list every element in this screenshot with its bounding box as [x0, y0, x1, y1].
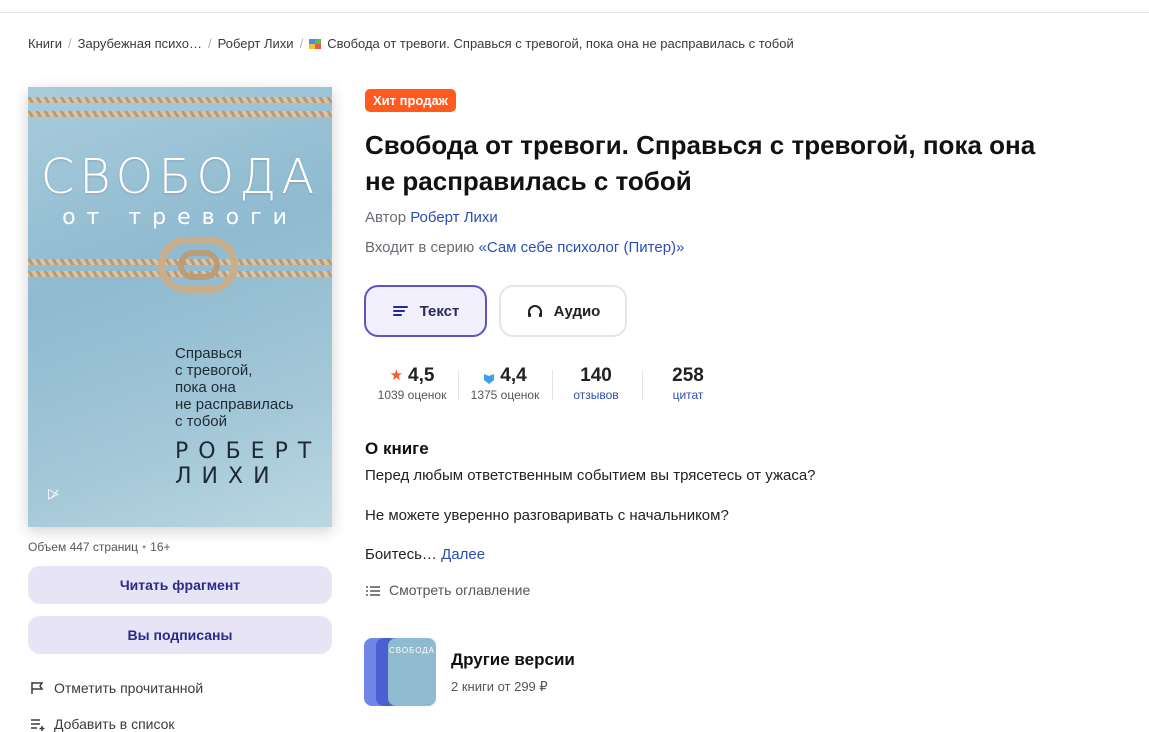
cover-subtitle: от тревоги: [62, 205, 298, 230]
breadcrumb-separator: /: [299, 36, 304, 51]
breadcrumb-separator: /: [208, 36, 212, 51]
rating-other-value: 4,4: [500, 365, 527, 386]
author-line: Автор Роберт Лихи: [365, 209, 498, 226]
bestseller-badge: Хит продаж: [365, 89, 456, 112]
mark-read-action[interactable]: Отметить прочитанной: [30, 680, 203, 696]
list-icon: [365, 584, 381, 596]
about-paragraph: Боитесь… Далее: [365, 546, 485, 563]
read-fragment-button[interactable]: Читать фрагмент: [28, 566, 332, 604]
cover-tagline: Справься с тревогой, пока она не расправ…: [175, 345, 294, 430]
text-lines-icon: [392, 304, 410, 318]
book-flag-icon: [309, 38, 322, 49]
other-versions-title[interactable]: Другие версии: [451, 650, 575, 670]
flag-icon: [30, 681, 46, 695]
other-versions-subtitle: 2 книги от 299 ₽: [451, 679, 548, 694]
add-to-list-action[interactable]: Добавить в список: [30, 716, 175, 732]
book-cover[interactable]: СВОБОДА от тревоги Справься с тревогой, …: [28, 87, 332, 527]
rating-litres-value: 4,5: [408, 365, 435, 386]
star-icon: ★: [389, 367, 404, 384]
rating-litres[interactable]: ★ 4,5 1039 оценок: [370, 365, 454, 403]
stat-divider: [458, 370, 459, 400]
format-text-label: Текст: [419, 302, 460, 320]
quotes-value: 258: [672, 365, 704, 386]
rating-other[interactable]: 4,4 1375 оценок: [464, 365, 546, 403]
version-card-front: СВОБОДА: [388, 638, 436, 706]
quotes-link[interactable]: цитат: [658, 388, 718, 402]
quotes-stat[interactable]: 258 цитат: [658, 365, 718, 403]
toc-label: Смотреть оглавление: [389, 582, 531, 598]
read-more-link[interactable]: Далее: [441, 546, 485, 563]
table-of-contents-link[interactable]: Смотреть оглавление: [365, 582, 530, 598]
stat-divider: [642, 370, 643, 400]
thumb-title: СВОБОДА: [388, 646, 436, 655]
breadcrumb: Книги / Зарубежная психо… / Роберт Лихи …: [28, 36, 794, 51]
shield-icon: [483, 370, 495, 384]
cover-rope: [28, 97, 332, 103]
reviews-link[interactable]: отзывов: [562, 388, 630, 402]
format-text-button[interactable]: Текст: [364, 285, 487, 337]
about-teaser: Боитесь…: [365, 546, 437, 563]
stat-divider: [552, 370, 553, 400]
breadcrumb-author[interactable]: Роберт Лихи: [218, 36, 294, 51]
about-paragraph: Не можете уверенно разговаривать с начал…: [365, 507, 729, 524]
about-paragraph: Перед любым ответственным событием вы тр…: [365, 467, 816, 484]
breadcrumb-genre[interactable]: Зарубежная психо…: [78, 36, 202, 51]
breadcrumb-books[interactable]: Книги: [28, 36, 62, 51]
breadcrumb-current: Свобода от тревоги. Справься с тревогой,…: [327, 36, 794, 51]
author-label: Автор: [365, 209, 407, 226]
add-list-icon: [30, 717, 46, 731]
breadcrumb-separator: /: [68, 36, 72, 51]
format-audio-label: Аудио: [553, 302, 601, 320]
dot-separator: •: [141, 540, 147, 554]
headphones-icon: [526, 304, 544, 318]
rating-other-count: 1375 оценок: [470, 388, 540, 402]
age-rating: 16+: [150, 540, 171, 554]
cover-author: РОБЕРТ ЛИХИ: [175, 439, 322, 489]
cover-rope: [28, 111, 332, 117]
page-count: Объем 447 страниц: [28, 540, 138, 554]
publisher-logo: ▷̷: [48, 485, 59, 501]
top-bar: [0, 0, 1149, 13]
reviews-value: 140: [580, 365, 612, 386]
subscribed-button[interactable]: Вы подписаны: [28, 616, 332, 654]
mark-read-label: Отметить прочитанной: [54, 680, 204, 696]
reviews-stat[interactable]: 140 отзывов: [562, 365, 630, 403]
series-link[interactable]: «Сам себе психолог (Питер)»: [478, 239, 684, 256]
about-heading: О книге: [365, 439, 429, 458]
cover-knot: [178, 250, 220, 280]
cover-title: СВОБОДА: [40, 149, 320, 205]
add-to-list-label: Добавить в список: [54, 716, 175, 732]
book-title: Свобода от тревоги. Справься с тревогой,…: [365, 130, 1036, 196]
format-audio-button[interactable]: Аудио: [499, 285, 627, 337]
rating-litres-count: 1039 оценок: [377, 388, 447, 402]
series-label: Входит в серию: [365, 239, 475, 256]
series-line: Входит в серию «Сам себе психолог (Питер…: [365, 239, 684, 256]
author-link[interactable]: Роберт Лихи: [410, 209, 498, 226]
other-versions-thumbnail[interactable]: СВОБОДА: [364, 638, 436, 706]
book-details: Объем 447 страниц • 16+: [28, 540, 171, 554]
